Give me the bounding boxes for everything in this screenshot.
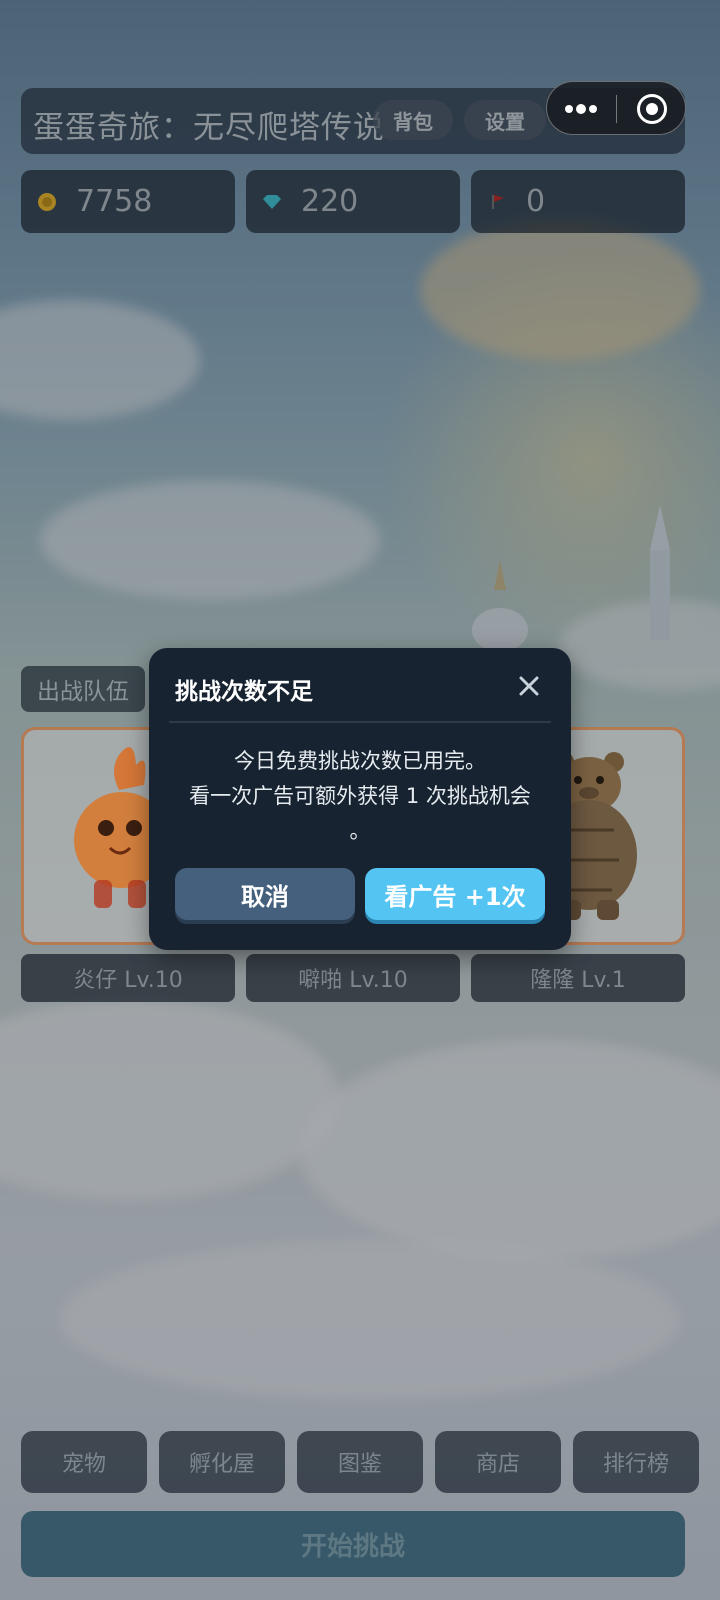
coin-value: 7758 [76,184,153,219]
coin-counter: 7758 [21,170,235,233]
cancel-button[interactable]: 取消 [175,868,355,920]
coin-icon [38,193,56,211]
close-mini-program-icon[interactable] [637,94,667,124]
flag-icon [492,195,504,209]
pet-name-2: 噼啪 Lv.10 [246,954,460,1002]
flag-counter: 0 [471,170,685,233]
gem-value: 220 [301,184,359,219]
dialog-message-line-2: 看一次广告可额外获得 1 次挑战机会 [189,784,531,808]
nav-hatchery-button[interactable]: 孵化屋 [159,1431,285,1493]
flag-value: 0 [526,184,546,219]
dialog-message: 今日免费挑战次数已用完。 看一次广告可额外获得 1 次挑战机会 。 [163,744,557,849]
watch-ad-button[interactable]: 看广告 +1次 [365,868,545,920]
dialog-message-line-3: 。 [349,819,371,843]
dialog-title: 挑战次数不足 [175,679,313,705]
dialog-message-line-1: 今日免费挑战次数已用完。 [234,749,486,773]
insufficient-challenges-dialog: 挑战次数不足 今日免费挑战次数已用完。 看一次广告可额外获得 1 次挑战机会 。… [149,648,571,950]
close-icon[interactable] [513,670,545,702]
capsule-divider [616,95,617,123]
more-icon[interactable] [563,99,599,119]
nav-leaderboard-button[interactable]: 排行榜 [573,1431,699,1493]
gem-counter: 220 [246,170,460,233]
nav-pets-button[interactable]: 宠物 [21,1431,147,1493]
start-challenge-button[interactable]: 开始挑战 [21,1511,685,1577]
team-label: 出战队伍 [21,666,145,712]
pet-name-3: 隆隆 Lv.1 [471,954,685,1002]
nav-codex-button[interactable]: 图鉴 [297,1431,423,1493]
mini-program-capsule [546,81,686,135]
nav-shop-button[interactable]: 商店 [435,1431,561,1493]
bag-button[interactable]: 背包 [373,100,453,140]
dialog-divider [169,721,551,723]
settings-button[interactable]: 设置 [464,100,546,140]
pet-name-1: 炎仔 Lv.10 [21,954,235,1002]
game-title: 蛋蛋奇旅：无尽爬塔传说 [33,110,385,146]
diamond-icon [263,195,281,209]
